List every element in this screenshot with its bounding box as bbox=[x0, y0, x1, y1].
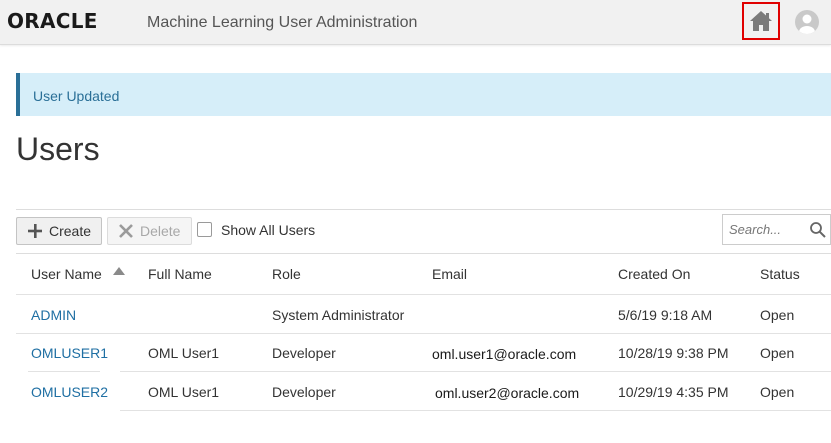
column-header-created-on[interactable]: Created On bbox=[618, 266, 690, 282]
row-divider bbox=[120, 371, 831, 372]
search-icon[interactable] bbox=[809, 221, 827, 239]
delete-button[interactable]: Delete bbox=[107, 217, 192, 245]
page-title: Users bbox=[16, 131, 100, 167]
app-title: Machine Learning User Administration bbox=[147, 14, 418, 31]
user-name-link[interactable]: OMLUSER2 bbox=[31, 384, 108, 400]
show-all-users-label[interactable]: Show All Users bbox=[221, 222, 315, 238]
banner-message: User Updated bbox=[33, 88, 120, 104]
created-on-cell: 5/6/19 9:18 AM bbox=[618, 307, 713, 323]
toolbar-divider-top bbox=[16, 209, 831, 210]
column-header-email[interactable]: Email bbox=[432, 266, 467, 282]
user-avatar-icon bbox=[799, 14, 815, 34]
home-icon bbox=[750, 11, 772, 31]
close-icon bbox=[118, 223, 134, 239]
search-input[interactable] bbox=[723, 215, 803, 244]
row-divider bbox=[28, 371, 100, 372]
plus-icon bbox=[27, 223, 43, 239]
table-header-divider bbox=[16, 294, 831, 295]
app-header: ORACLE Machine Learning User Administrat… bbox=[0, 0, 831, 45]
row-divider bbox=[16, 333, 831, 334]
create-button-label: Create bbox=[49, 223, 92, 239]
message-banner: User Updated bbox=[16, 73, 831, 116]
column-header-role[interactable]: Role bbox=[272, 266, 301, 282]
create-button[interactable]: Create bbox=[16, 217, 102, 245]
column-header-full-name[interactable]: Full Name bbox=[148, 266, 212, 282]
user-name-link[interactable]: OMLUSER1 bbox=[31, 345, 108, 361]
role-cell: System Administrator bbox=[272, 307, 405, 323]
column-header-status[interactable]: Status bbox=[760, 266, 800, 282]
show-all-users-checkbox[interactable] bbox=[197, 222, 212, 237]
user-name-link[interactable]: ADMIN bbox=[31, 307, 76, 323]
status-cell: Open bbox=[760, 384, 795, 400]
sort-ascending-icon[interactable] bbox=[113, 267, 125, 275]
oracle-logo[interactable]: ORACLE bbox=[7, 9, 98, 33]
home-button[interactable] bbox=[742, 2, 780, 40]
status-cell: Open bbox=[760, 307, 795, 323]
toolbar-divider-bottom bbox=[16, 253, 831, 254]
created-on-cell: 10/28/19 9:38 PM bbox=[618, 345, 729, 361]
row-divider bbox=[120, 410, 831, 411]
user-avatar[interactable] bbox=[795, 10, 819, 34]
status-cell: Open bbox=[760, 345, 795, 361]
email-cell: oml.user1@oracle.com bbox=[432, 346, 577, 362]
full-name-cell: OML User1 bbox=[148, 384, 220, 400]
delete-button-label: Delete bbox=[140, 223, 181, 239]
column-header-user-name[interactable]: User Name bbox=[31, 266, 102, 282]
created-on-cell: 10/29/19 4:35 PM bbox=[618, 384, 729, 400]
search-box[interactable] bbox=[722, 214, 831, 245]
role-cell: Developer bbox=[272, 384, 336, 400]
role-cell: Developer bbox=[272, 345, 336, 361]
full-name-cell: OML User1 bbox=[148, 345, 220, 361]
email-cell: oml.user2@oracle.com bbox=[435, 385, 580, 401]
